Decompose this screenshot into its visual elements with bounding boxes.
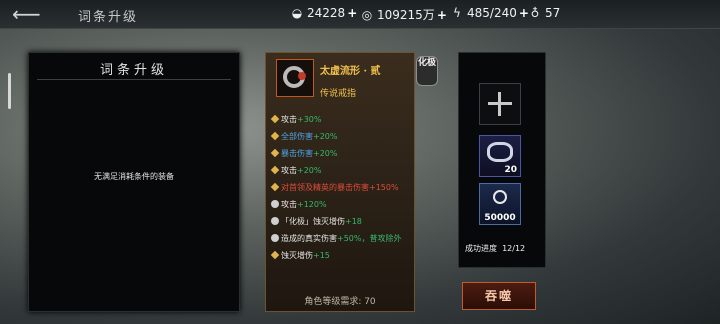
energy-resource[interactable]: ϟ 485/240 + [450, 6, 529, 20]
rune-icon [271, 234, 279, 242]
key-icon [270, 165, 280, 175]
material-panel: 20 50000 成功进度 12/12 [458, 52, 546, 268]
coin-material-slot[interactable]: 50000 [479, 183, 521, 225]
swallow-button[interactable]: 吞噬 [462, 282, 536, 310]
key-icon [270, 148, 280, 158]
slot-quantity: 50000 [484, 213, 516, 223]
add-coin-icon[interactable]: + [437, 8, 447, 22]
ring-item-icon[interactable] [276, 59, 314, 97]
stat-row: 攻击+20% [270, 162, 412, 179]
stat-row: 造成的真实伤害+50%，普攻除外 [271, 230, 412, 247]
ingot-icon: ◒ [291, 6, 303, 20]
item-name: 太虚流形 · 贰 [320, 66, 381, 77]
stat-row: 「化极」蚀灭增伤+18 [271, 213, 412, 230]
key-icon [270, 114, 280, 124]
gourd-resource[interactable]: ♁ 57 [528, 6, 561, 20]
plus-icon-bar [488, 102, 512, 105]
left-scroll-indicator[interactable] [8, 73, 11, 109]
level-requirement: 角色等级需求: 70 [304, 297, 376, 307]
gourd-icon: ♁ [530, 6, 540, 20]
add-ingot-icon[interactable]: + [347, 6, 357, 20]
back-arrow-icon[interactable]: ⟵ [12, 4, 56, 24]
item-rarity: 传说戒指 [320, 89, 357, 99]
stat-row: 全部伤害+20% [270, 128, 412, 145]
tier-badge: 化极 [416, 56, 438, 86]
rune-icon [271, 200, 279, 208]
divider [37, 79, 231, 80]
jade-material-slot[interactable]: 20 [479, 135, 521, 177]
empty-message: 无满足消耗条件的装备 [94, 172, 174, 181]
stat-list: 攻击+30% 全部伤害+20% 暴击伤害+20% 攻击+20% 对首领及精英的暴… [270, 111, 412, 264]
key-icon [270, 250, 280, 260]
gem-icon [298, 72, 306, 80]
panel-title: 词条升级 [99, 63, 168, 78]
jade-icon [487, 142, 513, 162]
key-icon [270, 131, 280, 141]
coin-icon [493, 190, 507, 204]
success-progress: 成功进度 12/12 [465, 244, 526, 253]
page-title: 词条升级 [78, 10, 139, 25]
empty-material-slot[interactable] [479, 83, 521, 125]
coin-resource[interactable]: ◎ 109215万 + [360, 6, 447, 23]
stat-row: 攻击+120% [271, 196, 412, 213]
item-detail-card: 太虚流形 · 贰 传说戒指 攻击+30% 全部伤害+20% 暴击伤害+20% 攻… [265, 52, 415, 312]
stat-row: 蚀灭增伤+15 [270, 247, 412, 264]
stat-row: 暴击伤害+20% [270, 145, 412, 162]
rune-icon [271, 217, 279, 225]
lightning-icon: ϟ [453, 6, 461, 20]
stat-row: 对首领及精英的暴击伤害+150% [270, 179, 412, 196]
key-icon [270, 182, 280, 192]
top-bar: ⟵ 词条升级 ◒ 24228 + ◎ 109215万 + ϟ 485/240 + ♁ 57 [0, 0, 720, 29]
coin-icon: ◎ [361, 8, 373, 22]
slot-quantity: 20 [504, 165, 517, 175]
ingot-resource[interactable]: ◒ 24228 + [290, 6, 358, 20]
equipment-list-panel: 词条升级 无满足消耗条件的装备 [28, 52, 240, 312]
stat-row: 攻击+30% [270, 111, 412, 128]
